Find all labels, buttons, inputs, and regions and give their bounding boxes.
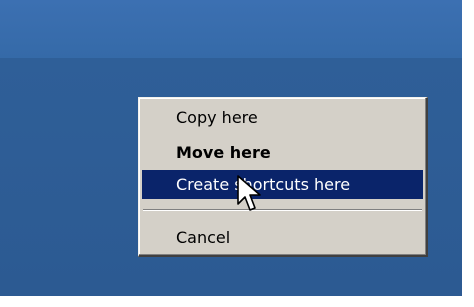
menu-item-move-here[interactable]: Move here bbox=[142, 138, 423, 167]
desktop-top-band bbox=[0, 0, 462, 58]
menu-separator bbox=[143, 209, 422, 211]
menu-item-copy-here[interactable]: Copy here bbox=[142, 103, 423, 132]
menu-item-cancel[interactable]: Cancel bbox=[142, 223, 423, 252]
context-menu: Copy here Move here Create shortcuts her… bbox=[138, 97, 428, 257]
menu-item-create-shortcuts-here[interactable]: Create shortcuts here bbox=[142, 170, 423, 199]
